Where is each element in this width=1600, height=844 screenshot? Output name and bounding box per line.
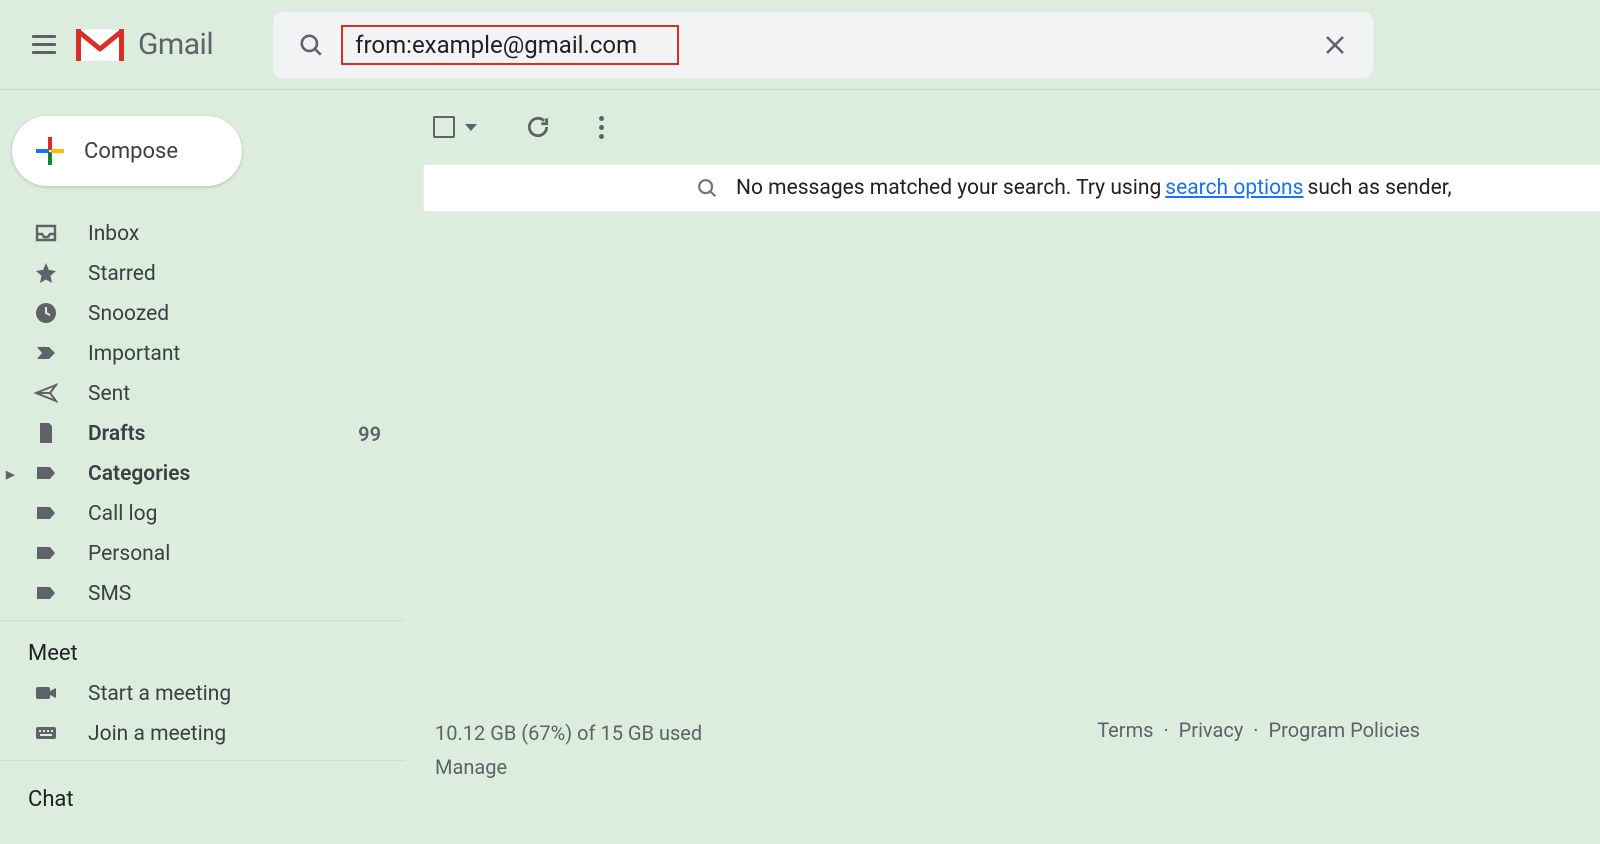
gmail-logo[interactable]: Gmail xyxy=(76,27,213,63)
storage-text: 10.12 GB (67%) of 15 GB used xyxy=(435,716,702,750)
keyboard-icon xyxy=(34,721,60,747)
compose-label: Compose xyxy=(84,139,178,164)
refresh-icon xyxy=(525,114,551,140)
meet-item-label: Join a meeting xyxy=(88,722,226,746)
sidebar-item-categories[interactable]: ▶ Categories xyxy=(0,454,405,494)
sidebar-item-label: Starred xyxy=(88,262,156,286)
sidebar-item-label: Sent xyxy=(88,382,130,406)
program-policies-link[interactable]: Program Policies xyxy=(1269,718,1420,742)
search-icon[interactable] xyxy=(291,32,331,58)
clock-icon xyxy=(34,301,60,327)
sidebar-item-label: SMS xyxy=(88,582,131,606)
hamburger-icon xyxy=(32,35,56,54)
toolbar xyxy=(423,90,1600,164)
star-icon xyxy=(34,261,60,287)
video-icon xyxy=(34,681,60,707)
sidebar-item-drafts[interactable]: Drafts 99 xyxy=(0,414,405,454)
search-input-highlight xyxy=(341,25,679,65)
compose-button[interactable]: Compose xyxy=(12,116,242,186)
gmail-icon xyxy=(76,27,124,63)
chat-section-title: Chat xyxy=(0,779,405,820)
sidebar-item-sent[interactable]: Sent xyxy=(0,374,405,414)
app-name: Gmail xyxy=(138,27,213,62)
sidebar-item-label: Snoozed xyxy=(88,302,169,326)
search-bar[interactable] xyxy=(273,12,1373,78)
checkbox-icon xyxy=(433,116,455,138)
important-icon xyxy=(34,341,60,367)
result-text-suffix: such as sender, xyxy=(1308,176,1452,200)
plus-icon xyxy=(36,137,64,165)
sidebar-item-starred[interactable]: Starred xyxy=(0,254,405,294)
sidebar-item-personal[interactable]: Personal xyxy=(0,534,405,574)
sidebar-item-snoozed[interactable]: Snoozed xyxy=(0,294,405,334)
more-button[interactable] xyxy=(599,116,604,139)
inbox-icon xyxy=(34,221,60,247)
terms-link[interactable]: Terms xyxy=(1097,718,1153,742)
search-result-message: No messages matched your search. Try usi… xyxy=(423,164,1600,212)
label-icon xyxy=(34,541,60,567)
sidebar-item-label: Categories xyxy=(88,462,190,486)
label-icon xyxy=(34,461,60,487)
meet-item-start-a-meeting[interactable]: Start a meeting xyxy=(0,674,405,714)
close-icon xyxy=(1323,33,1347,57)
sidebar-item-important[interactable]: Important xyxy=(0,334,405,374)
send-icon xyxy=(34,381,60,407)
meet-item-label: Start a meeting xyxy=(88,682,231,706)
sidebar: Compose Inbox Starred Snoozed Important Sent… xyxy=(0,90,405,844)
file-icon xyxy=(34,421,60,447)
result-text-prefix: No messages matched your search. Try usi… xyxy=(736,176,1161,200)
search-options-link[interactable]: search options xyxy=(1165,176,1303,200)
more-vert-icon xyxy=(599,116,604,139)
sidebar-item-inbox[interactable]: Inbox xyxy=(0,214,405,254)
main-menu-button[interactable] xyxy=(20,21,68,69)
search-input[interactable] xyxy=(355,31,665,59)
privacy-link[interactable]: Privacy xyxy=(1179,718,1244,742)
sidebar-item-sms[interactable]: SMS xyxy=(0,574,405,614)
caret-down-icon xyxy=(465,124,477,131)
sidebar-item-call-log[interactable]: Call log xyxy=(0,494,405,534)
select-all-button[interactable] xyxy=(433,116,477,138)
main-content: No messages matched your search. Try usi… xyxy=(405,90,1600,844)
sidebar-item-label: Personal xyxy=(88,542,170,566)
footer: 10.12 GB (67%) of 15 GB used Manage Term… xyxy=(435,716,1580,784)
sidebar-item-count: 99 xyxy=(358,422,381,446)
refresh-button[interactable] xyxy=(525,114,551,140)
meet-item-join-a-meeting[interactable]: Join a meeting xyxy=(0,714,405,754)
sidebar-item-label: Drafts xyxy=(88,422,145,446)
sidebar-item-label: Important xyxy=(88,342,180,366)
search-icon xyxy=(696,177,718,199)
expand-icon: ▶ xyxy=(6,468,14,481)
clear-search-button[interactable] xyxy=(1315,25,1355,65)
meet-section-title: Meet xyxy=(0,633,405,674)
label-icon xyxy=(34,501,60,527)
sidebar-item-label: Call log xyxy=(88,502,157,526)
sidebar-item-label: Inbox xyxy=(88,222,139,246)
label-icon xyxy=(34,581,60,607)
manage-storage-link[interactable]: Manage xyxy=(435,755,507,779)
